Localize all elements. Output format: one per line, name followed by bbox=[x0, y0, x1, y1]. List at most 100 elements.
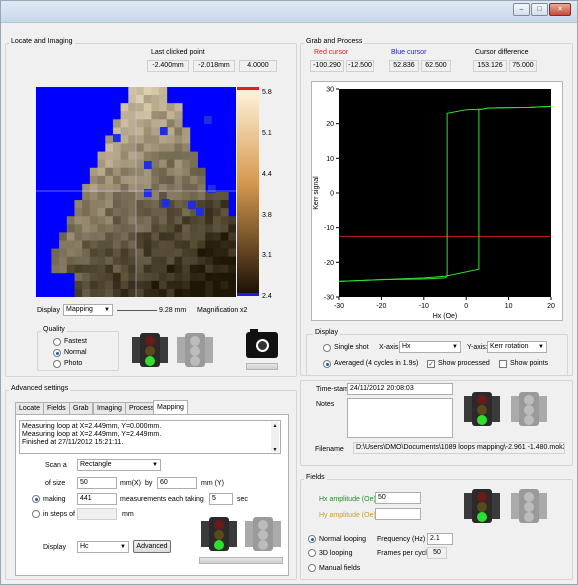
mapping-display-select[interactable]: Hc ▼ bbox=[77, 541, 129, 553]
map-pixel bbox=[182, 264, 191, 274]
map-pixel bbox=[220, 272, 229, 282]
manual-fields-radio[interactable] bbox=[308, 564, 316, 572]
map-pixel bbox=[120, 264, 129, 274]
map-blue-pixel bbox=[204, 116, 212, 125]
map-pixel bbox=[128, 192, 137, 201]
map-pixel bbox=[189, 167, 198, 177]
quality-normal-radio[interactable] bbox=[53, 349, 61, 357]
map-pixel bbox=[220, 288, 229, 297]
map-pixel bbox=[166, 127, 175, 136]
xaxis-select[interactable]: Hx ▼ bbox=[399, 341, 461, 353]
traffic-light-green-icon[interactable] bbox=[464, 487, 500, 525]
traffic-light-green-icon[interactable] bbox=[132, 331, 168, 369]
kerr-image-map[interactable] bbox=[36, 87, 236, 297]
map-pixel bbox=[159, 208, 168, 217]
x-tick-label: 20 bbox=[547, 303, 555, 310]
map-pixel bbox=[105, 216, 114, 225]
map-pixel bbox=[105, 208, 114, 217]
map-pixel bbox=[120, 224, 129, 233]
map-pixel bbox=[189, 256, 198, 266]
capture-progress-bar bbox=[246, 363, 278, 370]
map-pixel bbox=[143, 248, 152, 258]
tab-locate[interactable]: Locate bbox=[15, 402, 45, 414]
map-pixel bbox=[143, 127, 152, 136]
map-pixel bbox=[174, 280, 183, 290]
map-pixel bbox=[182, 280, 191, 290]
log-scrollbar[interactable]: ▲ ▼ bbox=[271, 422, 279, 453]
tab-grab[interactable]: Grab bbox=[69, 402, 93, 414]
map-pixel bbox=[89, 288, 98, 297]
making-radio[interactable] bbox=[32, 495, 40, 503]
map-pixel bbox=[74, 256, 83, 266]
map-pixel bbox=[151, 119, 160, 128]
maximize-button[interactable]: □ bbox=[531, 3, 548, 16]
map-pixel bbox=[151, 240, 160, 249]
map-pixel bbox=[74, 280, 83, 290]
size-y-input[interactable]: 60 bbox=[157, 477, 197, 489]
close-button[interactable]: ✕ bbox=[549, 3, 571, 16]
map-pixel bbox=[166, 143, 175, 153]
map-pixel bbox=[212, 232, 222, 241]
map-pixel bbox=[159, 288, 168, 297]
traffic-light-green-icon[interactable] bbox=[201, 515, 237, 553]
notes-textarea[interactable] bbox=[347, 398, 453, 438]
grab-process-title: Grab and Process bbox=[304, 38, 365, 45]
map-pixel bbox=[182, 208, 191, 217]
quality-photo-radio[interactable] bbox=[53, 360, 61, 368]
map-pixel bbox=[136, 240, 145, 249]
map-pixel bbox=[174, 200, 183, 209]
averaged-radio[interactable] bbox=[323, 360, 331, 368]
size-x-input[interactable]: 50 bbox=[77, 477, 117, 489]
hy-amplitude-input[interactable] bbox=[375, 508, 421, 520]
traffic-light-green-icon[interactable] bbox=[464, 390, 500, 428]
looping-3d-radio[interactable] bbox=[308, 549, 316, 557]
map-pixel bbox=[197, 256, 206, 266]
scan-shape-select[interactable]: Rectangle ▼ bbox=[77, 459, 161, 471]
camera-icon[interactable] bbox=[246, 329, 278, 358]
map-pixel bbox=[174, 159, 183, 169]
filename-field: D:\Users\DMO\Documents\1089 loops mappin… bbox=[353, 442, 565, 454]
map-pixel bbox=[182, 143, 191, 153]
tab-mapping[interactable]: Mapping bbox=[153, 400, 188, 414]
map-pixel bbox=[89, 264, 98, 274]
map-pixel bbox=[174, 224, 183, 233]
measurements-label: measurements bbox=[120, 496, 167, 503]
frequency-input[interactable]: 2.1 bbox=[427, 533, 453, 545]
yaxis-select[interactable]: Kerr rotation ▼ bbox=[487, 341, 547, 353]
advanced-button[interactable]: Advanced bbox=[133, 540, 171, 553]
map-pixel bbox=[166, 256, 175, 266]
tab-imaging[interactable]: Imaging bbox=[93, 402, 126, 414]
map-pixel bbox=[205, 200, 214, 209]
display-mode-select[interactable]: Mapping ▼ bbox=[63, 304, 113, 316]
tab-fields[interactable]: Fields bbox=[43, 402, 70, 414]
map-pixel bbox=[182, 167, 191, 177]
normal-looping-radio[interactable] bbox=[308, 535, 316, 543]
show-points-checkbox[interactable] bbox=[499, 360, 507, 368]
map-pixel bbox=[143, 264, 152, 274]
map-pixel bbox=[174, 103, 183, 112]
map-pixel bbox=[228, 232, 236, 241]
advanced-settings-title: Advanced settings bbox=[9, 385, 71, 392]
each-taking-input[interactable]: 5 bbox=[209, 493, 233, 505]
minimize-button[interactable]: – bbox=[513, 3, 530, 16]
timestamp-field[interactable]: 24/11/2012 20:08:03 bbox=[347, 383, 453, 395]
map-pixel bbox=[120, 127, 129, 136]
mapping-log[interactable]: Measuring loop at X=2.449mm, Y=0.000mm. … bbox=[19, 420, 281, 454]
map-pixel bbox=[128, 103, 137, 112]
map-pixel bbox=[197, 240, 206, 249]
show-processed-checkbox[interactable]: ✓ bbox=[427, 360, 435, 368]
making-input[interactable]: 441 bbox=[77, 493, 117, 505]
map-pixel bbox=[120, 200, 129, 209]
map-pixel bbox=[97, 240, 106, 249]
kerr-loop-plot[interactable]: -30 -20 -10 0 10 20 30 20 10 0 -10 -20 -30 Hx (Oe) Ker… bbox=[311, 81, 563, 321]
steps-radio[interactable] bbox=[32, 510, 40, 518]
map-pixel bbox=[120, 288, 129, 297]
map-pixel bbox=[228, 256, 236, 266]
map-pixel bbox=[166, 280, 175, 290]
single-shot-radio[interactable] bbox=[323, 344, 331, 352]
map-pixel bbox=[159, 87, 168, 96]
map-pixel bbox=[105, 200, 114, 209]
quality-fastest-radio[interactable] bbox=[53, 338, 61, 346]
hx-amplitude-input[interactable]: 50 bbox=[375, 492, 421, 504]
steps-unit: mm bbox=[122, 511, 134, 518]
